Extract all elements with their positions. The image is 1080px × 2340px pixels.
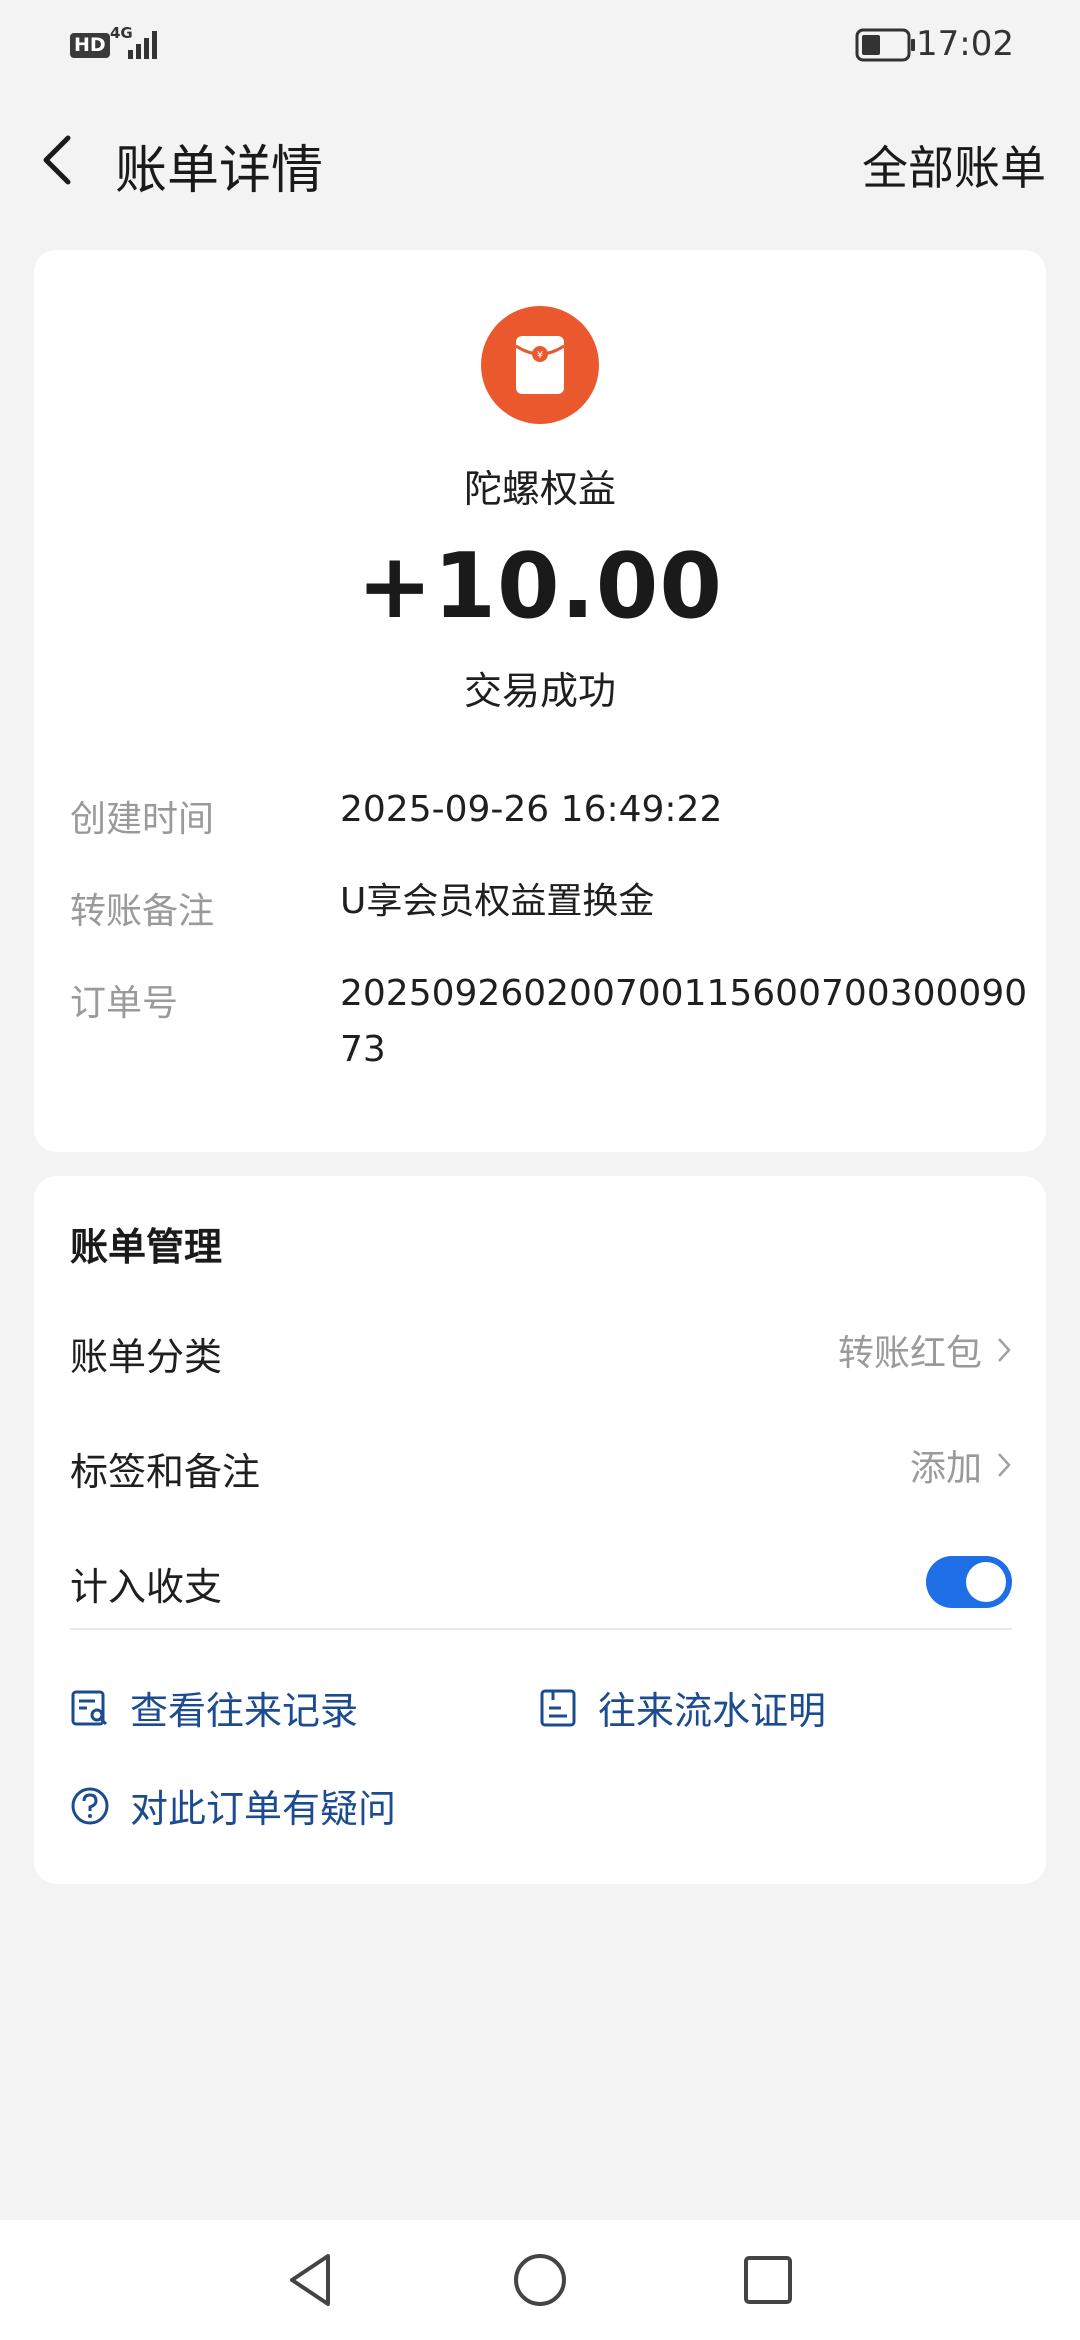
section-title: 账单管理 xyxy=(70,1225,223,1269)
signal-icon xyxy=(128,31,157,59)
question-icon xyxy=(71,1787,109,1824)
tag-label: 标签和备注 xyxy=(70,1450,261,1494)
detail-label-order: 订单号 xyxy=(70,983,179,1024)
svg-text:¥: ¥ xyxy=(537,350,543,361)
view-records-label: 查看往来记录 xyxy=(130,1689,359,1733)
order-question-link[interactable]: 对此订单有疑问 xyxy=(70,1778,396,1833)
back-nav-icon[interactable] xyxy=(280,2248,344,2312)
records-icon xyxy=(71,1690,108,1725)
hd-badge: HD xyxy=(70,33,110,58)
back-arrow-icon[interactable] xyxy=(34,130,84,190)
include-label: 计入收支 xyxy=(70,1565,223,1609)
detail-value-remark: U享会员权益置换金 xyxy=(340,881,655,922)
chevron-right-icon xyxy=(998,1338,1011,1362)
all-bills-button[interactable]: 全部账单 xyxy=(862,132,1046,198)
transaction-card: ¥ 陀螺权益 +10.00 交易成功 创建时间 2025-09-26 16:49… xyxy=(34,250,1046,1152)
include-toggle[interactable] xyxy=(926,1556,1012,1608)
recents-nav-icon[interactable] xyxy=(736,2248,800,2312)
statement-proof-link[interactable]: 往来流水证明 xyxy=(538,1680,826,1735)
merchant-name: 陀螺权益 xyxy=(463,467,616,511)
tag-row-value[interactable]: 添加 xyxy=(910,1439,1012,1491)
battery-icon xyxy=(855,28,915,62)
chevron-right-icon xyxy=(998,1453,1011,1477)
top-app-bar: 账单详情 全部账单 xyxy=(0,110,1080,210)
home-nav-icon[interactable] xyxy=(508,2248,572,2312)
transaction-status: 交易成功 xyxy=(463,669,616,713)
detail-value-created: 2025-09-26 16:49:22 xyxy=(340,789,723,830)
divider xyxy=(70,1628,1012,1630)
detail-label-remark: 转账备注 xyxy=(70,891,215,932)
category-value: 转账红包 xyxy=(837,1333,982,1374)
order-question-label: 对此订单有疑问 xyxy=(130,1787,397,1831)
category-label: 账单分类 xyxy=(70,1335,223,1379)
toggle-knob xyxy=(966,1562,1006,1602)
tag-value: 添加 xyxy=(909,1448,982,1489)
transaction-amount: +10.00 xyxy=(356,534,724,639)
view-records-link[interactable]: 查看往来记录 xyxy=(70,1680,358,1735)
bill-management-card: 账单管理 账单分类 转账红包 标签和备注 添加 计入收支 查看往来记录 往来流水… xyxy=(34,1176,1046,1884)
detail-value-order: 20250926020070011560070030009073 xyxy=(340,973,1028,1070)
status-bar: HD 4G 17:02 xyxy=(0,0,1080,90)
red-packet-icon: ¥ xyxy=(481,306,599,424)
category-row-value[interactable]: 转账红包 xyxy=(838,1324,1012,1376)
document-icon xyxy=(540,1689,576,1726)
statement-proof-label: 往来流水证明 xyxy=(598,1689,827,1733)
system-nav-bar xyxy=(0,2220,1080,2340)
detail-label-created: 创建时间 xyxy=(70,799,215,840)
clock: 17:02 xyxy=(916,24,1014,64)
page-title: 账单详情 xyxy=(115,141,324,201)
